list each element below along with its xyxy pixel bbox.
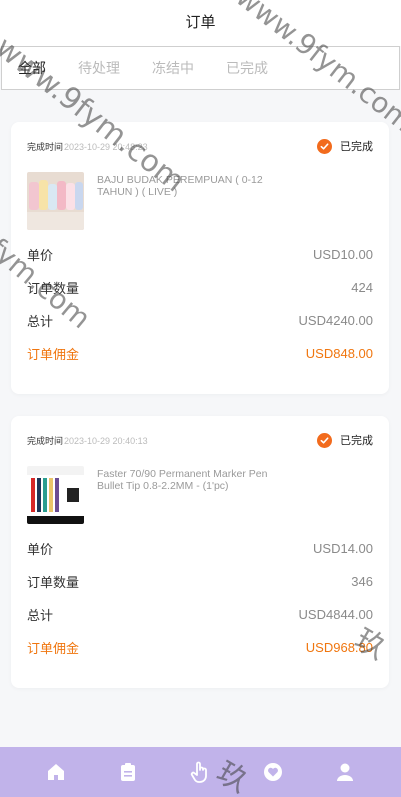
total-row: 总计 USD4240.00 [27,311,373,329]
commission-value: USD968.80 [305,639,373,655]
status-text: 已完成 [340,141,373,153]
completed-time-value: 2023-10-29 20:48:23 [64,142,148,152]
order-card-header: 完成时间2023-10-29 20:40:13 已完成 [27,432,373,448]
commission-value: USD848.00 [305,345,373,361]
hand-tap-icon [191,761,208,783]
quantity-row: 订单数量 346 [27,572,373,590]
nav-profile[interactable] [325,752,365,792]
nav-grab[interactable] [180,752,220,792]
unit-price-value: USD10.00 [313,246,373,262]
nav-orders[interactable] [108,752,148,792]
unit-price-row: 单价 USD14.00 [27,539,373,557]
check-circle-icon [317,138,332,154]
product-info: BAJU BUDAK PEREMPUAN ( 0-12 TAHUN ) ( LI… [27,172,373,230]
order-card-header: 完成时间2023-10-29 20:48:23 已完成 [27,138,373,154]
completed-time-value: 2023-10-29 20:40:13 [64,436,148,446]
order-card[interactable]: 完成时间2023-10-29 20:40:13 已完成 Faster 70/90 [11,416,389,688]
total-label: 总计 [27,313,54,329]
check-circle-icon [317,432,332,448]
quantity-value: 346 [351,573,373,589]
completed-time-label: 完成时间 [27,142,64,152]
total-value: USD4240.00 [298,312,373,328]
quantity-label: 订单数量 [27,280,80,296]
clipboard-icon [121,763,136,781]
product-info: Faster 70/90 Permanent Marker Pen Bullet… [27,466,373,524]
quantity-label: 订单数量 [27,574,80,590]
product-image [27,172,84,230]
tab-completed[interactable]: 已完成 [226,58,268,78]
order-tabs: 全部 待处理 冻结中 已完成 [1,46,400,90]
tab-frozen[interactable]: 冻结中 [152,58,194,78]
product-image [27,466,84,524]
tab-pending[interactable]: 待处理 [78,58,120,78]
unit-price-row: 单价 USD10.00 [27,245,373,263]
quantity-value: 424 [351,279,373,295]
commission-label: 订单佣金 [27,346,80,362]
nav-home[interactable] [36,752,76,792]
commission-row: 订单佣金 USD848.00 [27,344,373,362]
unit-price-label: 单价 [27,247,54,263]
user-icon [336,763,353,781]
product-name: BAJU BUDAK PEREMPUAN ( 0-12 TAHUN ) ( LI… [97,174,263,198]
total-value: USD4844.00 [298,606,373,622]
total-label: 总计 [27,607,54,623]
commission-row: 订单佣金 USD968.80 [27,638,373,656]
completed-time-label: 完成时间 [27,436,64,446]
total-row: 总计 USD4844.00 [27,605,373,623]
product-name: Faster 70/90 Permanent Marker Pen Bullet… [97,468,268,492]
tab-all[interactable]: 全部 [18,58,46,78]
status-badge: 已完成 [317,138,373,154]
page-title: 订单 [185,14,216,31]
commission-label: 订单佣金 [27,640,80,656]
home-icon [48,764,65,780]
order-card[interactable]: 完成时间2023-10-29 20:48:23 已完成 BAJU BUDAK P… [11,122,389,394]
quantity-row: 订单数量 424 [27,278,373,296]
status-badge: 已完成 [317,432,373,448]
unit-price-value: USD14.00 [313,540,373,556]
nav-vip[interactable] [253,752,293,792]
page-header: 订单 [0,0,401,46]
heart-badge-icon [263,763,282,781]
unit-price-label: 单价 [27,541,54,557]
bottom-nav [0,747,401,797]
status-text: 已完成 [340,435,373,447]
